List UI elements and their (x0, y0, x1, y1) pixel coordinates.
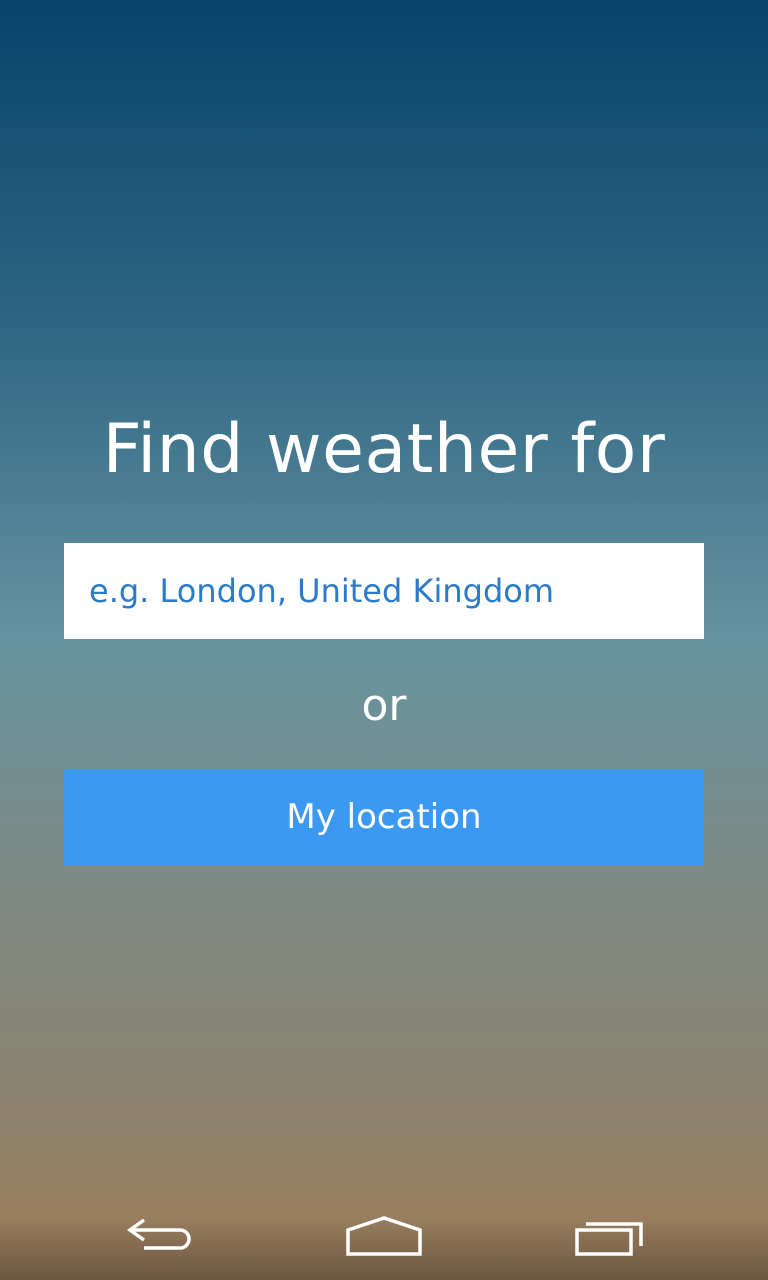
recents-icon (575, 1222, 643, 1256)
location-search-input[interactable] (89, 572, 704, 610)
recents-button[interactable] (562, 1206, 658, 1266)
my-location-button[interactable]: My location (64, 769, 704, 865)
location-search-field[interactable] (64, 543, 704, 639)
back-icon (126, 1218, 191, 1250)
find-weather-screen: Find weather for or My location (0, 0, 768, 1280)
home-button[interactable] (336, 1206, 432, 1266)
page-title: Find weather for (102, 410, 666, 489)
or-separator: or (361, 680, 407, 731)
home-icon (346, 1216, 422, 1256)
back-button[interactable] (112, 1206, 208, 1266)
system-navigation-bar (0, 1192, 768, 1280)
